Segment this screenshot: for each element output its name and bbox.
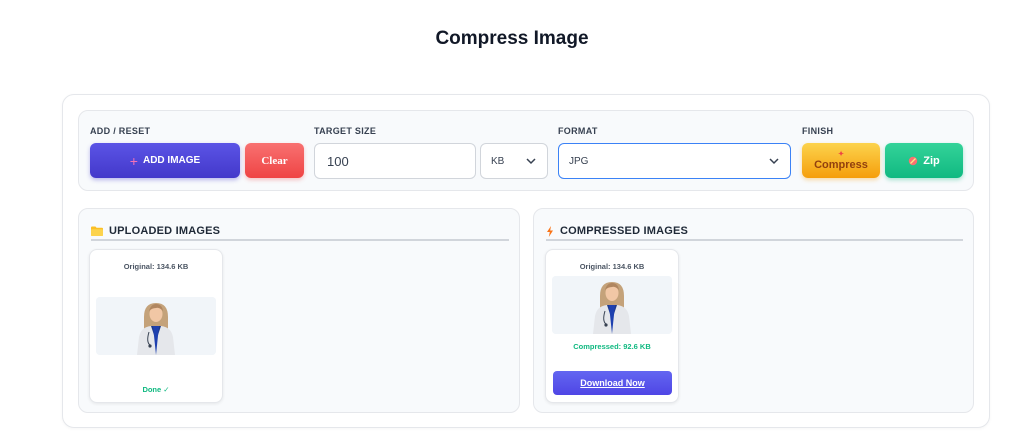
compressed-size-text: Compressed: 92.6 KB [573,342,651,351]
uploaded-images-title: UPLOADED IMAGES [109,225,221,237]
compressed-images-header: COMPRESSED IMAGES [546,221,961,241]
upload-status: Done ✓ [142,385,170,394]
add-image-button[interactable]: + ADD IMAGE [90,143,240,178]
compress-button[interactable]: ✦ Compress [802,143,880,178]
uploaded-images-header: UPLOADED IMAGES [91,221,507,241]
target-size-label: TARGET SIZE [314,126,377,136]
target-size-input[interactable] [314,143,476,179]
compressed-image-card: Original: 134.6 KB Compressed: 92.6 KB D… [545,249,679,403]
zip-label: Zip [923,154,940,167]
compress-label: Compress [814,158,868,171]
format-select-value: JPG [569,155,589,167]
folder-icon [91,226,103,236]
uploaded-divider [91,239,509,241]
unit-select[interactable]: KB [480,143,548,179]
lightning-icon [547,225,553,237]
clear-button[interactable]: Clear [245,143,304,178]
page-title: Compress Image [435,28,589,49]
unit-select-value: KB [491,155,505,167]
compressed-images-title: COMPRESSED IMAGES [560,225,689,237]
uploaded-thumbnail [96,297,216,355]
original-size-text: Original: 134.6 KB [579,262,645,271]
clear-label: Clear [261,154,288,167]
download-now-button[interactable]: Download Now [553,371,672,395]
compressed-divider [546,239,963,241]
compressed-thumbnail [552,276,672,334]
add-image-label: ADD IMAGE [142,155,201,166]
uploaded-image-card: Original: 134.6 KB Done ✓ [89,249,223,403]
add-reset-label: ADD / RESET [90,126,151,136]
doctor-image [96,297,216,355]
original-size-text: Original: 134.6 KB [123,262,189,271]
plus-icon: + [129,152,138,169]
spark-icon: ✦ [838,150,844,158]
finish-label: FINISH [802,126,834,136]
chevron-down-icon [769,158,779,165]
zip-icon [909,156,918,165]
doctor-image [552,276,672,334]
format-label: FORMAT [558,126,598,136]
zip-button[interactable]: Zip [885,143,963,178]
format-select[interactable]: JPG [558,143,791,179]
chevron-down-icon [526,158,536,165]
